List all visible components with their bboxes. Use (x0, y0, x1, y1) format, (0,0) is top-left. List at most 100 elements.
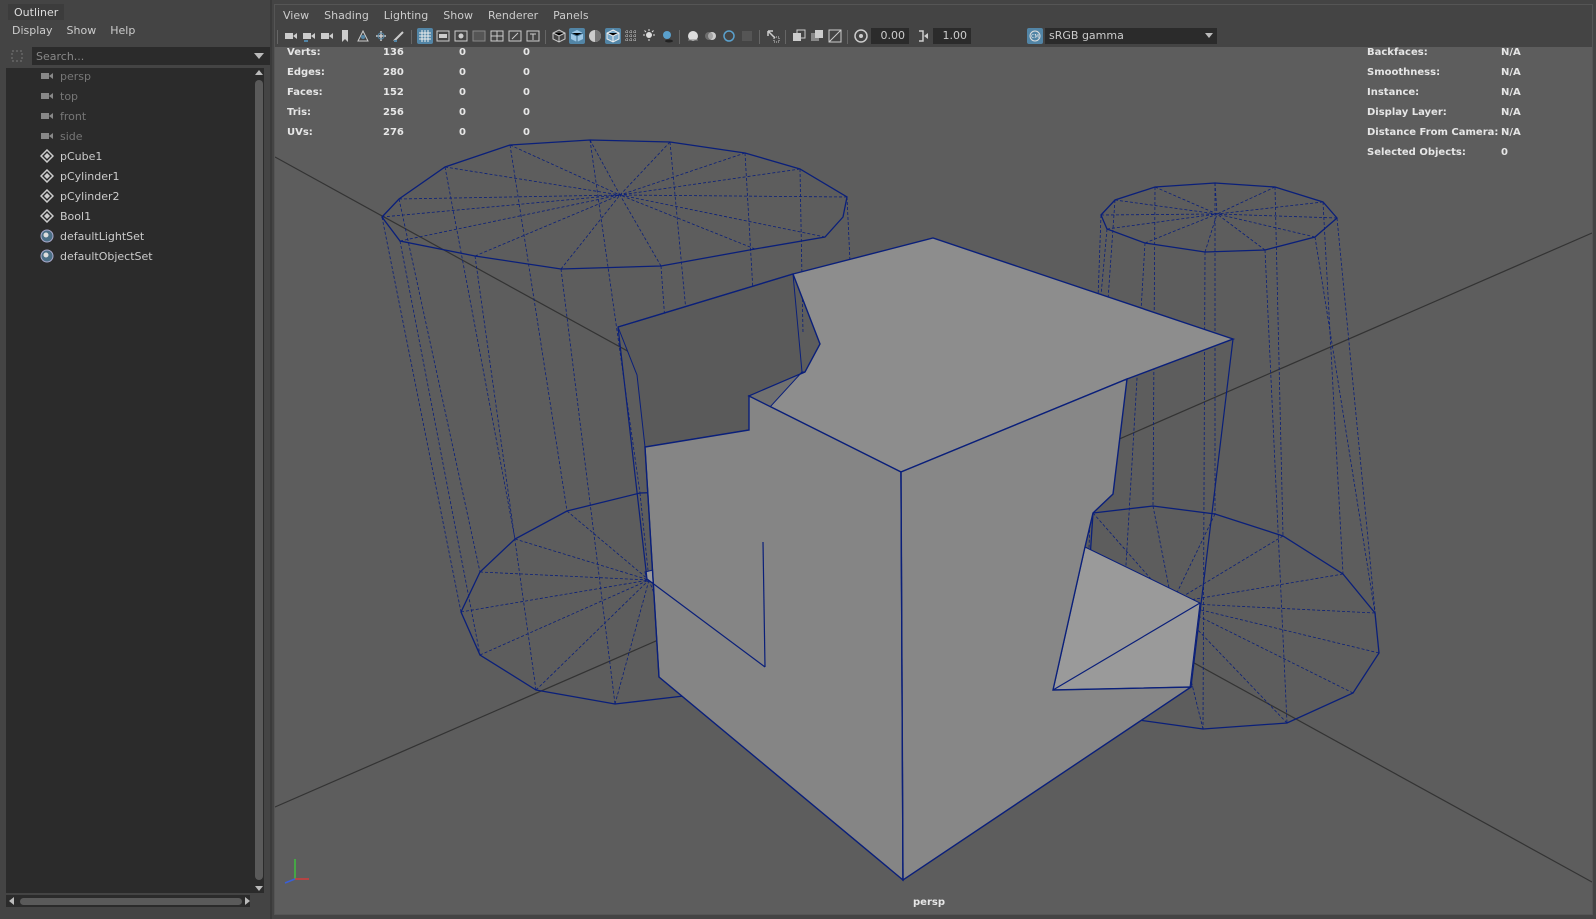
wireframe-toggle-icon[interactable] (827, 28, 843, 44)
transform-icon (40, 149, 54, 163)
menu-help[interactable]: Help (110, 22, 135, 40)
menu-display[interactable]: Display (12, 22, 53, 40)
tree-item-pcylinder2[interactable]: pCylinder2 (40, 186, 120, 206)
screen-space-ao-icon[interactable] (685, 28, 701, 44)
toolbar-separator (277, 30, 278, 44)
search-row (8, 46, 272, 66)
grid-icon[interactable] (417, 28, 433, 44)
search-input[interactable] (32, 47, 272, 65)
gamma-field[interactable]: 1.00 (933, 28, 971, 44)
menu-show[interactable]: Show (443, 7, 473, 25)
hud-edges-value2: 0 (459, 67, 466, 78)
field-chart-icon[interactable] (489, 28, 505, 44)
smooth-shade-icon[interactable] (569, 28, 585, 44)
outliner-horizontal-scrollbar[interactable] (6, 895, 250, 907)
hud-selected-value: 0 (1501, 147, 1508, 158)
tree-item-persp[interactable]: persp (40, 66, 91, 86)
set-icon (40, 229, 54, 243)
toolbar-separator (679, 30, 680, 44)
hud-smoothness-label: Smoothness: (1367, 67, 1441, 78)
3d-viewport-canvas[interactable]: Verts: 136 0 0 Edges: 280 0 0 Faces: 152… (275, 47, 1592, 914)
tree-item-defaultlightset[interactable]: defaultLightSet (40, 226, 144, 246)
isolate-select-icon[interactable] (765, 28, 781, 44)
scroll-down-icon[interactable] (255, 886, 263, 891)
menu-lighting[interactable]: Lighting (384, 7, 428, 25)
exposure-icon[interactable] (853, 28, 869, 44)
tree-item-label: persp (60, 69, 91, 83)
camera-icon (40, 89, 54, 103)
tree-item-top[interactable]: top (40, 86, 78, 106)
hud-edges-label: Edges: (287, 67, 325, 78)
scroll-up-icon[interactable] (255, 70, 263, 75)
tree-item-side[interactable]: side (40, 126, 83, 146)
tree-item-label: pCube1 (60, 149, 103, 163)
axis-gizmo (284, 859, 309, 884)
viewport-menubar: View Shading Lighting Show Renderer Pane… (283, 7, 589, 25)
bookmark-icon[interactable] (337, 28, 353, 44)
menu-show[interactable]: Show (67, 22, 97, 40)
menu-renderer[interactable]: Renderer (488, 7, 538, 25)
tree-item-label: top (60, 89, 79, 103)
film-gate-icon[interactable] (435, 28, 451, 44)
depth-of-field-icon[interactable] (739, 28, 755, 44)
tree-item-label: pCylinder2 (60, 189, 120, 203)
exposure-field[interactable]: 0.00 (871, 28, 909, 44)
hud-faces-value2: 0 (459, 87, 466, 98)
tree-item-pcube1[interactable]: pCube1 (40, 146, 102, 166)
hud-uvs-value2: 0 (459, 127, 466, 138)
scroll-thumb[interactable] (255, 80, 263, 880)
scroll-thumb[interactable] (20, 898, 242, 905)
svg-text:CM: CM (1031, 34, 1039, 40)
safe-title-icon[interactable] (525, 28, 541, 44)
use-lights-icon[interactable] (641, 28, 657, 44)
hud-edges-value3: 0 (523, 67, 530, 78)
search-dropdown-icon[interactable] (254, 53, 264, 59)
gamma-icon[interactable] (915, 28, 931, 44)
hud-instance-label: Instance: (1367, 87, 1420, 98)
tree-item-front[interactable]: front (40, 106, 86, 126)
select-camera-icon[interactable] (283, 28, 299, 44)
shadows-icon[interactable] (659, 28, 675, 44)
color-management-icon[interactable]: CM (1027, 28, 1043, 44)
wireframe-on-shaded-icon[interactable] (605, 28, 621, 44)
backface-culling-icon[interactable] (809, 28, 825, 44)
tree-item-label: defaultObjectSet (60, 249, 153, 263)
toolbar-separator (785, 30, 786, 44)
outliner-title-tab[interactable]: Outliner (8, 4, 65, 20)
menu-panels[interactable]: Panels (553, 7, 588, 25)
camera-icon (40, 69, 54, 83)
scroll-left-icon[interactable] (9, 897, 14, 905)
hud-uvs-label: UVs: (287, 127, 313, 138)
menu-view[interactable]: View (283, 7, 309, 25)
outliner-vertical-scrollbar[interactable] (254, 68, 264, 893)
wireframe-icon[interactable] (551, 28, 567, 44)
filter-icon[interactable] (10, 49, 24, 63)
tree-item-defaultobjectset[interactable]: defaultObjectSet (40, 246, 153, 266)
viewport-panel: View Shading Lighting Show Renderer Pane… (274, 4, 1593, 915)
camera-lock-icon[interactable] (319, 28, 335, 44)
menu-shading[interactable]: Shading (324, 7, 369, 25)
gate-mask-icon[interactable] (471, 28, 487, 44)
scroll-right-icon[interactable] (245, 897, 250, 905)
camera-icon (40, 109, 54, 123)
hud-faces-value3: 0 (523, 87, 530, 98)
tree-item-pcylinder1[interactable]: pCylinder1 (40, 166, 120, 186)
safe-action-icon[interactable] (507, 28, 523, 44)
anti-alias-icon[interactable] (721, 28, 737, 44)
tree-item-bool1[interactable]: Bool1 (40, 206, 91, 226)
panel-divider[interactable] (270, 0, 272, 919)
chevron-down-icon (1205, 33, 1213, 38)
camera-attributes-icon[interactable] (301, 28, 317, 44)
grease-pencil-icon[interactable] (391, 28, 407, 44)
motion-blur-icon[interactable] (703, 28, 719, 44)
resolution-gate-icon[interactable] (453, 28, 469, 44)
hud-verts-value: 136 (383, 47, 404, 58)
xray-joints-icon[interactable] (791, 28, 807, 44)
two-d-pan-icon[interactable] (373, 28, 389, 44)
xray-icon[interactable] (623, 28, 639, 44)
viewport-toolbar: 0.00 1.00 CM sRGB gamma (275, 25, 1594, 47)
image-plane-icon[interactable] (355, 28, 371, 44)
hud-faces-value: 152 (383, 87, 404, 98)
textured-icon[interactable] (587, 28, 603, 44)
color-space-select[interactable]: sRGB gamma (1045, 28, 1217, 44)
